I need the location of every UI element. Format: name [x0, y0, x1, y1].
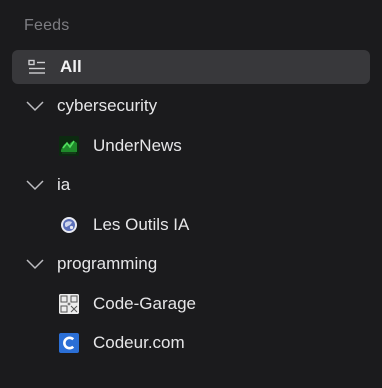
- sidebar-item-all[interactable]: All: [12, 50, 370, 84]
- chevron-down-icon: [26, 180, 44, 191]
- group-label: programming: [57, 254, 158, 273]
- chevron-down-icon: [26, 101, 44, 112]
- group-programming[interactable]: programming: [12, 247, 370, 281]
- feeds-sidebar: Feeds All cybersecurity UnderNews ia Les…: [0, 0, 382, 388]
- les-outils-ia-favicon: [61, 217, 77, 233]
- feed-item-undernews[interactable]: UnderNews: [12, 129, 370, 163]
- feed-label: Codeur.com: [93, 333, 185, 352]
- group-cybersecurity[interactable]: cybersecurity: [12, 89, 370, 123]
- feed-item-les-outils-ia[interactable]: Les Outils IA: [12, 208, 370, 242]
- chevron-down-icon: [26, 259, 44, 270]
- group-ia[interactable]: ia: [12, 168, 370, 202]
- group-label: ia: [57, 175, 71, 194]
- feed-label: Les Outils IA: [93, 215, 190, 234]
- group-label: cybersecurity: [57, 96, 158, 115]
- feed-item-code-garage[interactable]: Code-Garage: [12, 287, 370, 321]
- code-garage-favicon: [59, 294, 79, 314]
- sidebar-item-all-label: All: [60, 57, 82, 76]
- feed-item-codeur[interactable]: Codeur.com: [12, 326, 370, 360]
- list-icon: [28, 59, 45, 74]
- feed-label: Code-Garage: [93, 294, 197, 313]
- undernews-favicon: [59, 136, 79, 156]
- section-title: Feeds: [24, 17, 70, 34]
- feed-label: UnderNews: [93, 136, 182, 155]
- codeur-favicon: [59, 333, 79, 353]
